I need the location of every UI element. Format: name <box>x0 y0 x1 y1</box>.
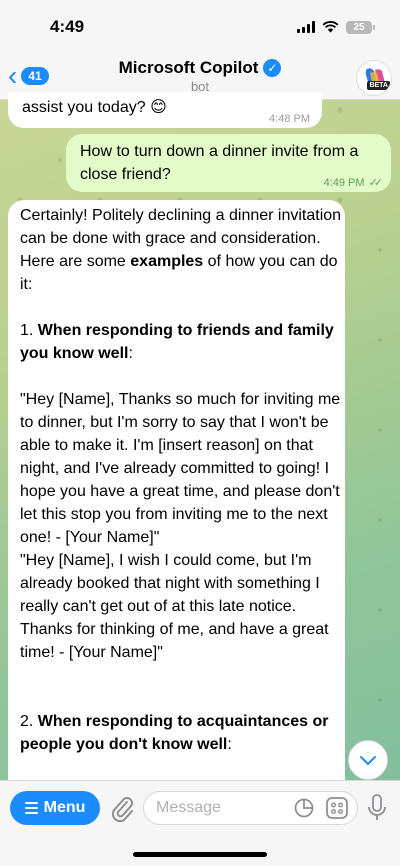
message-paragraph: "Hey [Name], Thanks so much for inviting… <box>20 391 341 546</box>
message-bubble-incoming[interactable]: assist you today? 😊 4:48 PM <box>8 92 322 128</box>
message-text: 1. <box>20 322 38 339</box>
status-bar: 4:49 25 <box>0 0 400 54</box>
sticker-icon[interactable] <box>294 798 314 818</box>
message-time: 4:48 PM <box>269 113 310 125</box>
home-indicator <box>133 852 267 857</box>
bot-commands-icon[interactable] <box>326 797 348 819</box>
message-meta: 4:49 PM ✓✓ <box>323 172 384 195</box>
message-time: 4:49 PM <box>323 177 365 189</box>
message-text-bold: When responding to acquaintances or peop… <box>20 713 329 753</box>
bot-menu-button[interactable]: Menu <box>10 791 100 825</box>
paperclip-icon[interactable] <box>108 793 136 823</box>
message-text: 2. <box>20 713 38 730</box>
message-paragraph: Certainly! Politely declining a dinner i… <box>20 204 342 296</box>
hamburger-icon <box>24 802 38 814</box>
message-text-bold: examples <box>130 253 204 270</box>
verified-check-icon: ✓ <box>263 59 282 77</box>
message-text: : <box>227 736 232 753</box>
message-paragraph: "Hey [Name], I wish I could come, but I'… <box>20 552 329 661</box>
read-ticks-icon: ✓✓ <box>368 177 384 189</box>
message-heading: 1. When responding to friends and family… <box>20 319 342 365</box>
chat-info[interactable]: Microsoft Copilot ✓ bot <box>0 58 400 94</box>
bot-avatar[interactable]: BETA <box>356 60 392 96</box>
microphone-icon[interactable] <box>366 793 388 823</box>
wifi-icon <box>322 21 339 33</box>
title-row: Microsoft Copilot ✓ <box>119 58 282 78</box>
message-text-bold: When responding to friends and family yo… <box>20 322 334 362</box>
message-bubble-outgoing[interactable]: How to turn down a dinner invite from a … <box>66 134 391 192</box>
cellular-signal-icon <box>297 21 315 33</box>
scroll-to-bottom-button[interactable] <box>348 740 388 780</box>
chat-title: Microsoft Copilot <box>118 58 259 77</box>
message-heading: 2. When responding to acquaintances or p… <box>20 710 342 756</box>
message-body: Certainly! Politely declining a dinner i… <box>20 204 342 756</box>
status-time: 4:49 <box>50 17 85 36</box>
beta-badge: BETA <box>367 81 390 90</box>
menu-label: Menu <box>43 799 86 816</box>
message-text: : <box>128 345 133 362</box>
message-bubble-incoming[interactable]: Certainly! Politely declining a dinner i… <box>8 200 345 800</box>
battery-icon: 25 <box>346 20 375 34</box>
chevron-down-icon <box>360 756 376 765</box>
message-text: assist you today? 😊 <box>22 99 167 116</box>
status-icons: 25 <box>297 20 375 34</box>
